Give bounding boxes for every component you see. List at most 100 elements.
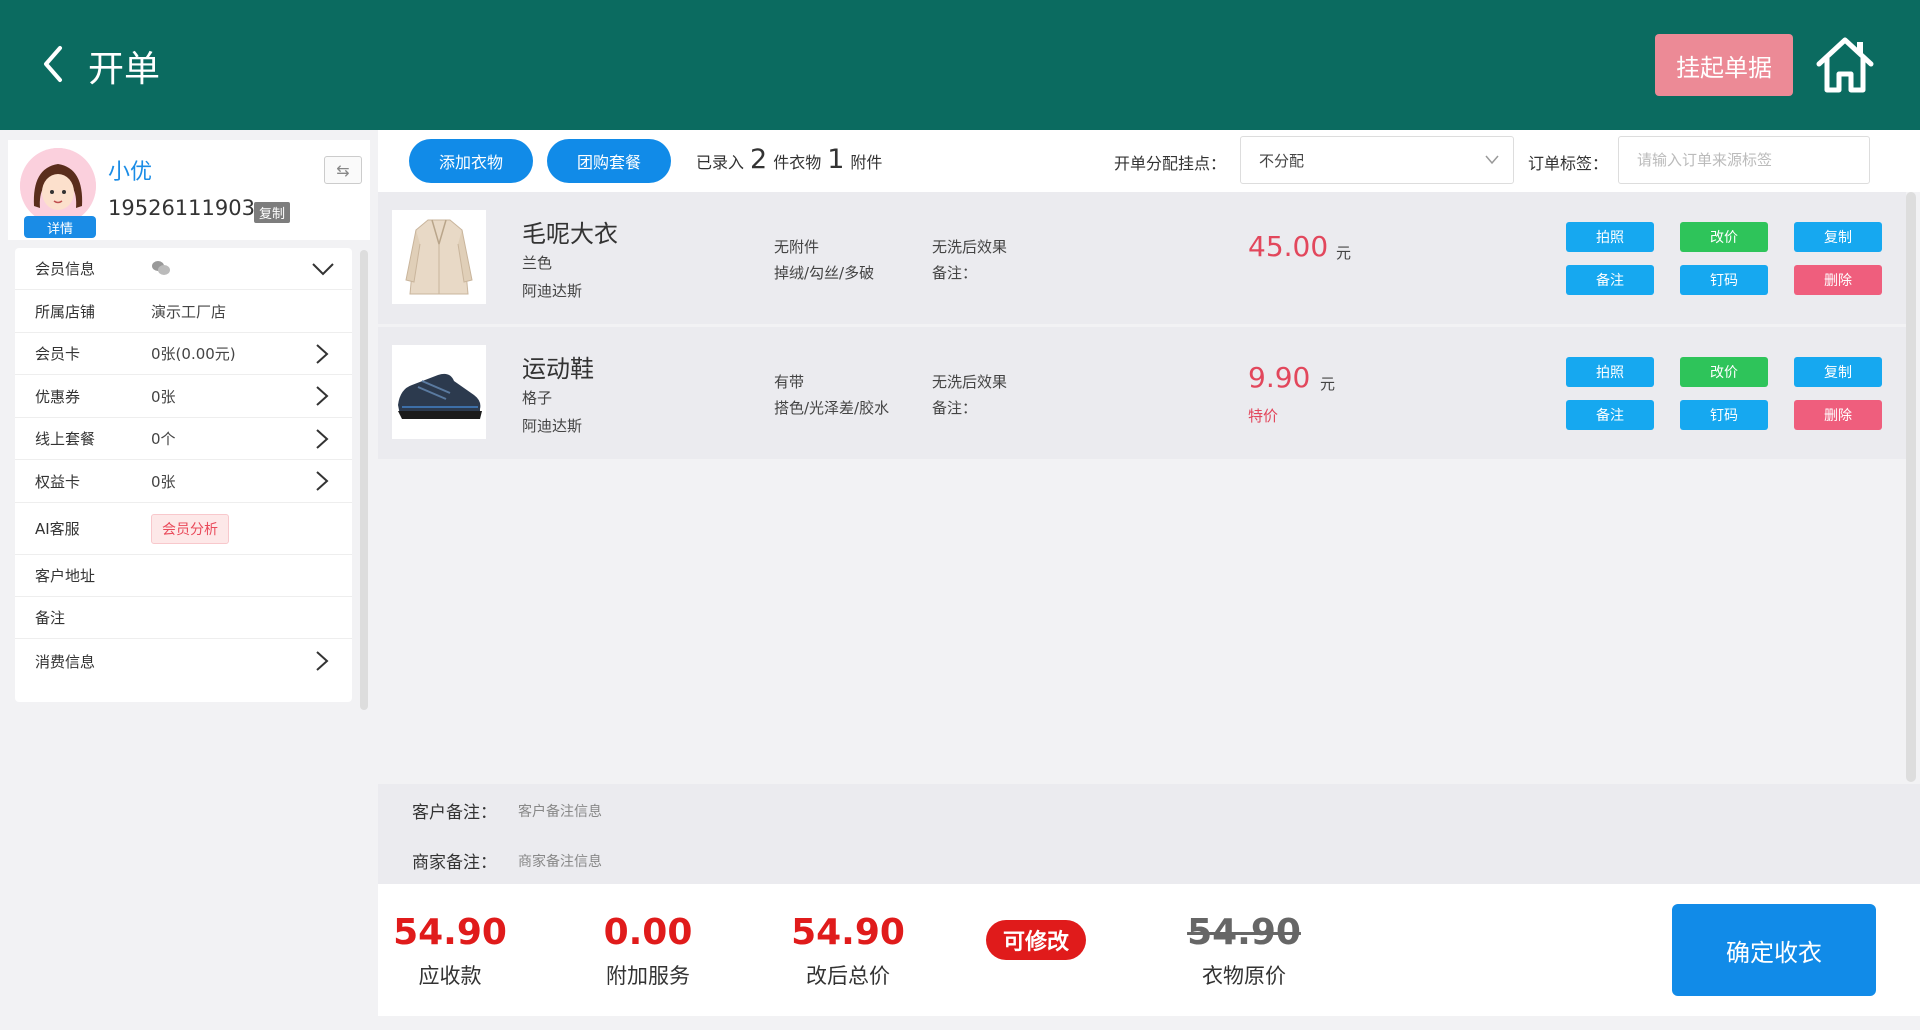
row-store: 所属店铺 演示工厂店 (15, 290, 352, 333)
package-label: 线上套餐 (35, 430, 96, 448)
order-tag-input[interactable] (1618, 136, 1870, 184)
item-name: 毛呢大衣 (522, 220, 618, 248)
hang-order-button[interactable]: 挂起单据 (1655, 34, 1793, 96)
add-clothes-button[interactable]: 添加衣物 (409, 139, 533, 183)
copy-item-button[interactable]: 复制 (1794, 357, 1882, 387)
swap-user-button[interactable]: ⇆ (324, 156, 362, 184)
package-value: 0个 (151, 430, 176, 448)
items-scrollbar[interactable] (1906, 192, 1916, 782)
adjusted-total-label: 改后总价 (806, 964, 890, 988)
chevron-right-icon[interactable] (315, 650, 329, 672)
photo-button[interactable]: 拍照 (1566, 357, 1654, 387)
modifiable-badge[interactable]: 可修改 (986, 920, 1086, 960)
assign-label: 开单分配挂点： (1114, 154, 1227, 173)
chevron-right-icon[interactable] (315, 343, 329, 365)
item-price: 9.90 (1248, 361, 1311, 394)
member-info-list: 会员信息 所属店铺 演示工厂店 会员卡 0张(0.00元) 优惠券 0张 线上套… (15, 248, 352, 702)
extra-service-label: 附加服务 (606, 964, 690, 988)
store-label: 所属店铺 (35, 302, 96, 321)
detail-tag[interactable]: 详情 (24, 216, 96, 238)
change-price-button[interactable]: 改价 (1680, 357, 1768, 387)
merchant-remark-value[interactable]: 商家备注信息 (518, 851, 602, 871)
attach-count: 1 (827, 144, 845, 175)
item-effect: 无洗后效果 (932, 373, 1008, 391)
photo-button[interactable]: 拍照 (1566, 222, 1654, 252)
item-color: 格子 (522, 389, 553, 407)
chevron-down-icon (1485, 155, 1499, 165)
chevron-down-icon[interactable] (311, 262, 335, 276)
avatar-image (20, 148, 96, 224)
avatar[interactable]: 详情 (20, 148, 98, 238)
coupon-value: 0张 (151, 387, 176, 406)
header: 开单 挂起单据 (0, 0, 1920, 130)
item-brand: 阿迪达斯 (522, 282, 583, 300)
member-info-label: 会员信息 (35, 260, 96, 278)
item-effect: 无洗后效果 (932, 238, 1008, 256)
original-price-label: 衣物原价 (1202, 964, 1286, 988)
assign-select[interactable]: 不分配 (1240, 136, 1514, 184)
row-rights-card[interactable]: 权益卡 0张 (15, 460, 352, 503)
rights-label: 权益卡 (35, 472, 81, 491)
row-member-card[interactable]: 会员卡 0张(0.00元) (15, 333, 352, 375)
home-icon[interactable] (1815, 36, 1875, 94)
address-label: 客户地址 (35, 567, 96, 585)
row-consume-info[interactable]: 消费信息 (15, 639, 352, 683)
confirm-receive-button[interactable]: 确定收衣 (1672, 904, 1876, 996)
item-color: 兰色 (522, 254, 553, 272)
tag-code-button[interactable]: 钉码 (1680, 400, 1768, 430)
tag-code-button[interactable]: 钉码 (1680, 265, 1768, 295)
left-scrollbar[interactable] (360, 250, 368, 710)
copy-phone-button[interactable]: 复制 (254, 202, 291, 223)
row-online-package[interactable]: 线上套餐 0个 (15, 418, 352, 460)
chevron-right-icon[interactable] (315, 428, 329, 450)
adjusted-total-amount: 54.90 (791, 912, 905, 953)
item-unit: 元 (1336, 244, 1352, 262)
shoe-image[interactable] (392, 345, 486, 439)
attach-unit: 附件 (850, 153, 883, 172)
row-address[interactable]: 客户地址 (15, 555, 352, 597)
user-card: 详情 小优 19526111903 复制 ⇆ (8, 140, 370, 240)
chevron-right-icon[interactable] (315, 470, 329, 492)
row-coupon[interactable]: 优惠券 0张 (15, 375, 352, 418)
row-remark[interactable]: 备注 (15, 597, 352, 639)
item-price: 45.00 (1248, 230, 1329, 263)
merchant-remark-label: 商家备注： (412, 853, 497, 873)
user-phone: 19526111903 (108, 196, 255, 220)
note-button[interactable]: 备注 (1566, 265, 1654, 295)
remark-label: 备注 (35, 609, 66, 627)
special-price-label: 特价 (1248, 407, 1279, 425)
item-defects: 搭色/光泽差/胶水 (774, 399, 890, 417)
item-remark: 备注： (932, 399, 978, 417)
delete-item-button[interactable]: 删除 (1794, 265, 1882, 295)
order-tag-label: 订单标签： (1528, 154, 1609, 173)
clothes-item[interactable]: 毛呢大衣 兰色 阿迪达斯 无附件 掉绒/勾丝/多破 无洗后效果 备注： 45.0… (378, 192, 1906, 324)
item-remark: 备注： (932, 264, 978, 282)
clothes-unit: 件衣物 (773, 153, 822, 172)
row-member-info[interactable]: 会员信息 (15, 248, 352, 290)
item-attachment: 无附件 (774, 238, 820, 256)
entered-count: 已录入 2 件衣物 1 附件 (696, 144, 882, 175)
row-ai-service: AI客服 会员分析 (15, 503, 352, 555)
group-package-button[interactable]: 团购套餐 (547, 139, 671, 183)
extra-service-amount: 0.00 (603, 912, 693, 953)
user-name: 小优 (108, 160, 153, 185)
ai-service-label: AI客服 (35, 520, 80, 538)
item-unit: 元 (1320, 375, 1336, 393)
note-button[interactable]: 备注 (1566, 400, 1654, 430)
coat-image[interactable] (392, 210, 486, 304)
delete-item-button[interactable]: 删除 (1794, 400, 1882, 430)
change-price-button[interactable]: 改价 (1680, 222, 1768, 252)
back-arrow-icon[interactable] (38, 44, 68, 84)
member-analysis-button[interactable]: 会员分析 (151, 513, 229, 544)
copy-item-button[interactable]: 复制 (1794, 222, 1882, 252)
clothes-item[interactable]: 运动鞋 格子 阿迪达斯 有带 搭色/光泽差/胶水 无洗后效果 备注： 9.90 … (378, 327, 1906, 459)
entered-prefix: 已录入 (696, 153, 745, 172)
customer-remark-value[interactable]: 客户备注信息 (518, 801, 602, 821)
rights-value: 0张 (151, 472, 176, 491)
member-card-label: 会员卡 (35, 345, 81, 363)
member-card-value: 0张(0.00元) (151, 345, 236, 363)
assign-value: 不分配 (1259, 152, 1305, 170)
item-brand: 阿迪达斯 (522, 417, 583, 435)
toolbar: 添加衣物 团购套餐 已录入 2 件衣物 1 附件 开单分配挂点： 不分配 订单标签： (378, 130, 1920, 192)
chevron-right-icon[interactable] (315, 385, 329, 407)
